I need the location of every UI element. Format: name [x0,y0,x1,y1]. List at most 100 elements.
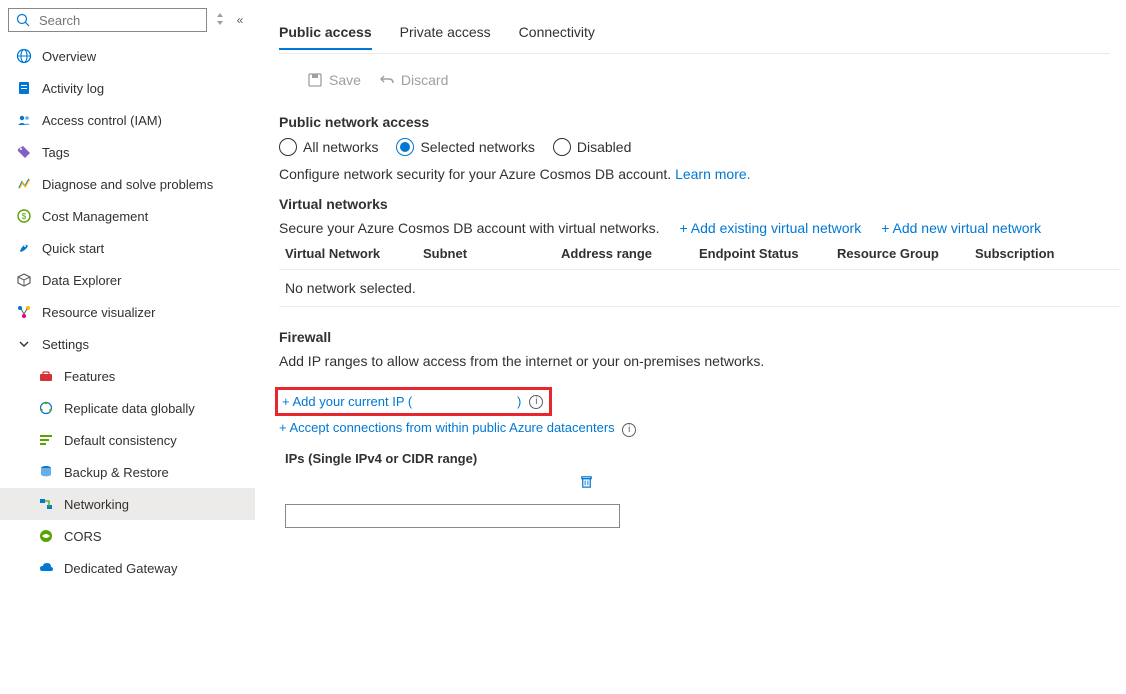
nav-label: Quick start [42,241,104,256]
sidebar-search[interactable] [8,8,207,32]
nav-label: Tags [42,145,69,160]
cost-icon: $ [16,208,32,224]
tag-icon [16,144,32,160]
discard-label: Discard [401,72,448,88]
accept-azure-dc-link[interactable]: + Accept connections from within public … [279,420,615,435]
chevron-down-icon [16,336,32,352]
radio-all-networks[interactable]: All networks [279,138,378,156]
globe-icon [16,48,32,64]
replicate-icon [38,400,54,416]
nav-label: Cost Management [42,209,148,224]
nav-replicate[interactable]: Replicate data globally [0,392,255,424]
nav-label: Dedicated Gateway [64,561,177,576]
divider [279,53,1110,54]
diagnose-icon [16,176,32,192]
radio-icon [396,138,414,156]
tab-connectivity[interactable]: Connectivity [519,18,595,50]
toolbar: Save Discard [279,66,1110,102]
radio-label: Disabled [577,139,631,155]
radio-icon [279,138,297,156]
info-icon[interactable]: i [529,395,543,409]
nav-label: Overview [42,49,96,64]
col-vnet: Virtual Network [285,246,423,261]
save-label: Save [329,72,361,88]
sidebar-search-input[interactable] [37,12,200,29]
tab-private-access[interactable]: Private access [400,18,491,50]
nav-label: Features [64,369,115,384]
tab-public-access[interactable]: Public access [279,18,372,50]
nav-features[interactable]: Features [0,360,255,392]
nav-label: Replicate data globally [64,401,195,416]
rocket-icon [16,240,32,256]
nav-backup[interactable]: Backup & Restore [0,456,255,488]
add-existing-vnet-link[interactable]: + Add existing virtual network [680,220,862,236]
graph-icon [16,304,32,320]
nav-overview[interactable]: Overview [0,40,255,72]
nav-label: Networking [64,497,129,512]
undo-icon [379,72,395,88]
learn-more-link[interactable]: Learn more. [675,166,750,182]
nav-diagnose[interactable]: Diagnose and solve problems [0,168,255,200]
col-rg: Resource Group [837,246,975,261]
delete-ip-button[interactable] [579,474,594,494]
pna-radio-group: All networks Selected networks Disabled [279,138,1110,156]
ip-range-input[interactable] [285,504,620,528]
collapse-icon[interactable]: « [233,13,247,27]
empty-msg: No network selected. [285,280,1113,296]
add-new-vnet-link[interactable]: + Add new virtual network [881,220,1041,236]
vnet-toolbar: Secure your Azure Cosmos DB account with… [279,220,1110,236]
cloud-icon [38,560,54,576]
bars-icon [38,432,54,448]
people-icon [16,112,32,128]
nav-consistency[interactable]: Default consistency [0,424,255,456]
nav-settings-group[interactable]: Settings [0,328,255,360]
pna-heading: Public network access [279,114,1110,130]
nav-data-explorer[interactable]: Data Explorer [0,264,255,296]
main-content: Public access Private access Connectivit… [255,0,1126,694]
table-row-empty: No network selected. [279,270,1119,307]
discard-button[interactable]: Discard [379,72,448,88]
tab-bar: Public access Private access Connectivit… [279,18,1110,50]
radio-disabled[interactable]: Disabled [553,138,631,156]
nav-quickstart[interactable]: Quick start [0,232,255,264]
nav-label: Access control (IAM) [42,113,162,128]
nav-dedicated-gw[interactable]: Dedicated Gateway [0,552,255,584]
vnet-table: Virtual Network Subnet Address range End… [279,238,1119,307]
cors-icon [38,528,54,544]
log-icon [16,80,32,96]
nav-label: Activity log [42,81,104,96]
col-endpoint: Endpoint Status [699,246,837,261]
save-icon [307,72,323,88]
vnet-heading: Virtual networks [279,196,1110,212]
search-icon [15,12,31,28]
sort-icon[interactable] [213,12,227,29]
radio-icon [553,138,571,156]
vnet-desc: Secure your Azure Cosmos DB account with… [279,220,660,236]
nav-label: Diagnose and solve problems [42,177,213,192]
backup-icon [38,464,54,480]
col-subnet: Subnet [423,246,561,261]
nav-access-control[interactable]: Access control (IAM) [0,104,255,136]
nav-tags[interactable]: Tags [0,136,255,168]
add-current-ip-link[interactable]: + Add your current IP ( 000.000.000.000 … [282,394,521,409]
table-header: Virtual Network Subnet Address range End… [279,238,1119,270]
radio-selected-networks[interactable]: Selected networks [396,138,534,156]
nav-networking[interactable]: Networking [0,488,255,520]
nav-activity-log[interactable]: Activity log [0,72,255,104]
save-button[interactable]: Save [307,72,361,88]
network-icon [38,496,54,512]
nav-resource-viz[interactable]: Resource visualizer [0,296,255,328]
svg-text:$: $ [22,212,27,221]
radio-label: All networks [303,139,378,155]
nav-label: Data Explorer [42,273,121,288]
nav-cors[interactable]: CORS [0,520,255,552]
nav-label: CORS [64,529,102,544]
info-icon[interactable]: i [622,423,636,437]
nav-label: Resource visualizer [42,305,155,320]
nav-label: Settings [42,337,89,352]
nav-cost[interactable]: $ Cost Management [0,200,255,232]
sidebar: « Overview Activity log Access control (… [0,0,255,694]
radio-label: Selected networks [420,139,534,155]
toolbox-icon [38,368,54,384]
firewall-heading: Firewall [279,329,1110,345]
